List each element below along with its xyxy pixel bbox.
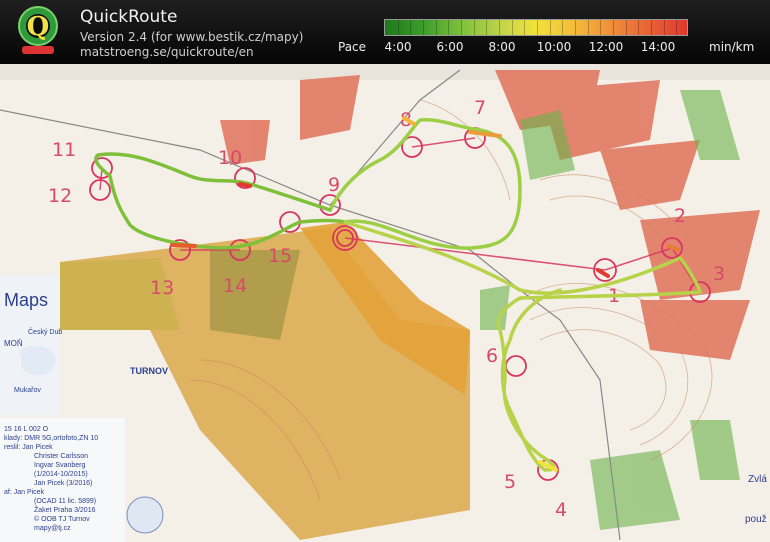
info-line: 15 16 L 002 O — [4, 426, 49, 433]
pace-color-scale — [384, 19, 688, 36]
info-line: (1/2014-10/2015) — [34, 471, 88, 478]
pace-scale-cell-divider — [625, 20, 627, 35]
control-number: 9 — [328, 174, 340, 196]
control-number: 12 — [48, 185, 72, 207]
pace-scale-cell-divider — [473, 20, 475, 35]
header-bar: Q QuickRoute Version 2.4 (for www.bestik… — [0, 0, 770, 64]
map-place-label: MOŇ — [4, 339, 23, 348]
pace-scale-cell-divider — [549, 20, 551, 35]
pace-scale-cell-divider — [423, 20, 424, 35]
orienteering-map: 1 2 3 4 5 6 7 8 9 10 11 12 13 14 15 Maps… — [0, 64, 770, 542]
pace-scale-cell-divider — [562, 20, 564, 35]
pace-scale-cell-divider — [638, 20, 640, 35]
unit-label: min/km — [709, 40, 755, 54]
pace-scale-cell-divider — [397, 20, 399, 35]
pace-tick: 14:00 — [640, 40, 676, 54]
pace-scale-cell-divider — [587, 20, 589, 35]
pace-scale-cell-divider — [511, 20, 513, 35]
control-number: 6 — [486, 345, 498, 367]
control-number: 7 — [474, 97, 486, 119]
pace-tick: 6:00 — [436, 40, 464, 54]
info-line: reslil: Jan Picek — [4, 444, 53, 451]
control-number: 3 — [713, 263, 725, 285]
info-line: mapy@tj.cz — [34, 525, 71, 532]
map-place-label: Český Dub — [28, 327, 62, 336]
control-number: 2 — [674, 205, 686, 227]
pace-scale-cell-divider — [499, 20, 500, 35]
pace-tick: 10:00 — [536, 40, 572, 54]
pace-scale-cell-divider — [410, 20, 412, 35]
pace-scale-cell-divider — [600, 20, 602, 35]
control-number: 13 — [150, 277, 174, 299]
control-number: 10 — [218, 147, 242, 169]
info-line: Ingvar Svanberg — [34, 462, 85, 469]
svg-text:Q: Q — [27, 12, 50, 42]
pace-scale-cell-divider — [663, 20, 665, 35]
maps-logo-text: Maps — [4, 290, 48, 310]
site-url-text: matstroeng.se/quickroute/en — [80, 45, 254, 59]
app-title: QuickRoute — [80, 7, 178, 27]
pace-scale-cell-divider — [537, 20, 538, 35]
pace-label: Pace — [338, 40, 367, 54]
pace-scale-cell-divider — [575, 20, 576, 35]
version-text: Version 2.4 (for www.bestik.cz/mapy) — [80, 30, 304, 44]
pace-scale-cell-divider — [486, 20, 488, 35]
pace-scale-cell-divider — [613, 20, 614, 35]
pace-scale-cell-divider — [676, 20, 678, 35]
pace-scale-cell-divider — [461, 20, 462, 35]
info-line: Christer Carlsson — [34, 453, 88, 460]
control-number: 15 — [268, 245, 292, 267]
club-badge-icon — [126, 496, 164, 534]
pace-tick: 8:00 — [488, 40, 516, 54]
quickroute-logo-icon: Q — [18, 6, 58, 54]
legend-label: použ — [745, 514, 767, 525]
info-line: Žaket Praha 3/2016 — [34, 505, 96, 514]
control-number: 5 — [504, 471, 516, 493]
control-number: 11 — [52, 139, 76, 161]
pace-scale-cell-divider — [651, 20, 652, 35]
info-line: (OCAD 11 lic. 5899) — [34, 498, 96, 505]
pace-tick: 4:00 — [384, 40, 412, 54]
info-line: af: Jan Picek — [4, 489, 45, 496]
pace-scale-cell-divider — [448, 20, 450, 35]
pace-scale-cell-divider — [524, 20, 526, 35]
info-line: Jan Picek (3/2016) — [34, 480, 92, 487]
control-number: 4 — [555, 499, 567, 521]
club-label: TURNOV — [130, 366, 168, 376]
pace-tick: 12:00 — [588, 40, 624, 54]
legend-label: Zvlá — [748, 474, 767, 485]
info-line: © OOB TJ Turnov — [34, 515, 90, 523]
control-number: 14 — [223, 275, 247, 297]
map-view[interactable]: 1 2 3 4 5 6 7 8 9 10 11 12 13 14 15 Maps… — [0, 64, 770, 542]
pace-scale-cell-divider — [435, 20, 437, 35]
info-line: klady: DMR 5G,ortofoto,ZN 10 — [4, 435, 98, 442]
map-place-label: Mukařov — [14, 387, 41, 394]
